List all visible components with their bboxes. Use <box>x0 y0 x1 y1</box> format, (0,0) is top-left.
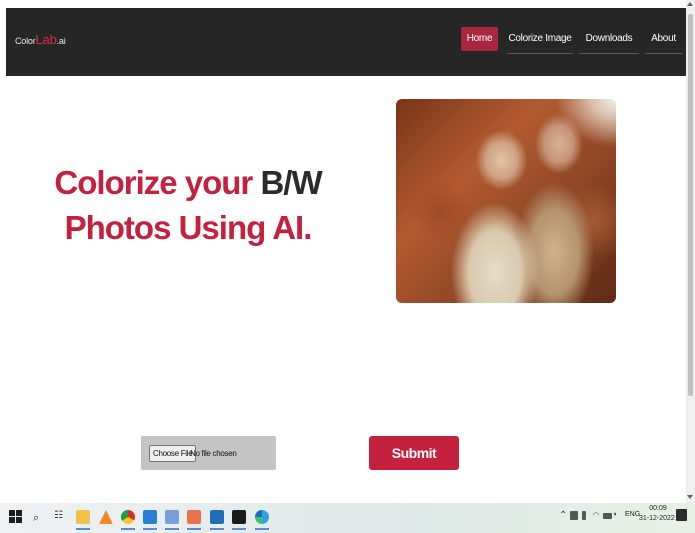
photos-app-icon[interactable] <box>210 510 224 524</box>
tray-app-icon[interactable] <box>570 511 578 520</box>
terminal-icon[interactable] <box>232 510 246 524</box>
vscode-icon[interactable] <box>143 510 157 524</box>
brand-logo[interactable]: ColorLab.ai <box>15 32 66 47</box>
vlc-icon[interactable] <box>99 510 113 524</box>
microphone-icon[interactable] <box>582 511 586 520</box>
hero-line-1: Colorize your B/W <box>40 160 336 205</box>
nav-about-label: About <box>651 33 676 44</box>
notification-icon[interactable] <box>676 509 687 521</box>
app-running-indicator <box>165 528 179 530</box>
hero-photo-elderly-couple <box>396 99 616 303</box>
file-explorer-icon[interactable] <box>76 510 90 524</box>
nav-downloads-label: Downloads <box>585 33 633 44</box>
navbar: ColorLab.ai Home Colorize Image Download… <box>6 8 686 76</box>
windows-taskbar: ⌕ ☷ <box>0 503 695 533</box>
nav-colorize-label: Colorize Image <box>508 33 572 44</box>
app-running-indicator <box>121 528 135 530</box>
task-view-icon[interactable]: ☷ <box>54 510 68 524</box>
file-upload-box: Choose File No file chosen <box>141 436 276 470</box>
language-indicator[interactable]: ENG <box>625 511 640 518</box>
volume-icon[interactable]: ◗ <box>613 511 617 518</box>
app-running-indicator <box>187 528 201 530</box>
app-running-indicator <box>210 528 224 530</box>
brand-accent: Lab <box>35 32 57 47</box>
hero-line-1-red: Colorize your <box>54 164 253 201</box>
nav-underline <box>645 53 682 54</box>
nav-home[interactable]: Home <box>461 27 498 51</box>
submit-button[interactable]: Submit <box>369 436 459 470</box>
brand-prefix: Color <box>15 36 36 46</box>
page-scrollbar[interactable] <box>686 0 695 503</box>
nav-about[interactable]: About <box>645 27 682 54</box>
scroll-thumb[interactable] <box>688 14 693 396</box>
app-running-indicator <box>232 528 246 530</box>
presentation-app-icon[interactable] <box>187 510 201 524</box>
scroll-down-arrow-icon[interactable] <box>687 495 693 499</box>
clock-time[interactable]: 00:09 <box>646 505 670 512</box>
edge-icon[interactable] <box>255 510 269 524</box>
chrome-icon[interactable] <box>121 510 135 524</box>
scroll-up-arrow-icon[interactable] <box>687 2 693 6</box>
app-running-indicator <box>76 528 90 530</box>
nav-colorize-image[interactable]: Colorize Image <box>507 27 573 54</box>
search-icon[interactable]: ⌕ <box>33 512 47 526</box>
wifi-icon[interactable]: ◠ <box>593 511 599 519</box>
hero-line-2: Photos Using AI. <box>64 209 313 246</box>
clock-date[interactable]: 31-12-2022 <box>639 515 675 522</box>
app-running-indicator <box>255 528 269 530</box>
nav-underline <box>507 53 573 54</box>
battery-icon[interactable] <box>603 513 612 519</box>
nav-underline <box>579 53 639 54</box>
notepad-icon[interactable] <box>165 510 179 524</box>
page-top <box>0 0 695 8</box>
hero-headline: Colorize your B/W Photos Using AI. <box>40 160 336 250</box>
brand-suffix: .ai <box>56 36 66 46</box>
windows-start-icon[interactable] <box>9 510 23 524</box>
file-status-text: No file chosen <box>190 449 237 458</box>
app-running-indicator <box>143 528 157 530</box>
nav-downloads[interactable]: Downloads <box>579 27 639 54</box>
hero-line-1-dark: B/W <box>260 164 322 201</box>
tray-chevron-up-icon[interactable]: ⌃ <box>559 510 567 521</box>
